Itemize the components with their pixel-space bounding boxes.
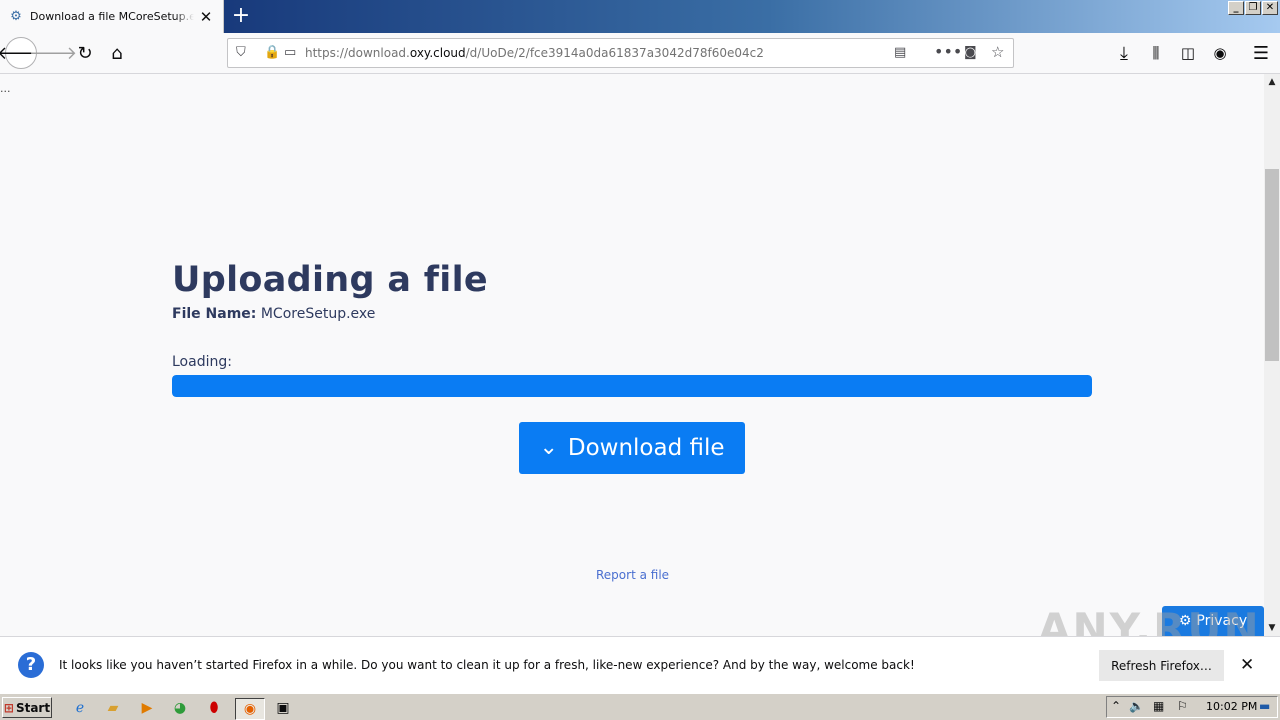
progress-fill [172,375,1092,397]
url-bar[interactable]: ⛉ 🔒 ▭ https://download.oxy.cloud/d/UoDe/… [227,38,1014,68]
tray-expand-icon[interactable]: ⌃ [1111,699,1121,713]
sidebar-icon[interactable]: ◫ [1173,38,1203,68]
tracking-shield-icon[interactable]: ⛉ [236,45,246,60]
notification-text: It looks like you haven’t started Firefo… [59,658,915,672]
lock-icon[interactable]: 🔒 [264,45,280,60]
url-prefix: https://download. [305,46,410,60]
url-text[interactable]: https://download.oxy.cloud/d/UoDe/2/fce3… [305,46,764,60]
network-icon[interactable]: ▦ [1153,699,1164,713]
tab-active[interactable]: ⚙ Download a file MCoreSetup.exe o ✕ [0,0,224,33]
notification-bar: ? It looks like you haven’t started Fire… [0,636,1280,693]
volume-icon[interactable]: 🔈 [1129,699,1144,713]
page-title: Uploading a file [172,260,488,300]
forward-button[interactable]: 🡒 [29,38,77,68]
minimize-button[interactable]: _ [1228,1,1244,15]
tab-favicon-icon: ⚙ [10,8,22,24]
media-player-icon[interactable]: ▶ [137,698,157,718]
start-label: Start [15,700,51,715]
reload-button[interactable]: ↻ [70,38,100,68]
library-icon[interactable]: ⫼ [1141,38,1171,68]
scrollbar-thumb[interactable] [1265,169,1279,361]
home-button[interactable]: ⌂ [102,38,132,68]
flag-icon[interactable]: ⚐ [1177,699,1188,713]
show-desktop-icon[interactable]: ▬ [1259,699,1270,713]
progress-bar [172,375,1092,397]
file-name-value: MCoreSetup.exe [260,306,376,322]
report-file-link[interactable]: Report a file [596,568,669,582]
new-tab-button[interactable]: + [229,3,253,29]
window-close-button[interactable]: ✕ [1262,1,1278,15]
tab-close-icon[interactable]: ✕ [198,8,214,26]
scroll-up-icon[interactable]: ▲ [1264,74,1280,90]
navigation-toolbar: 🡐 🡒 ↻ ⌂ ⛉ 🔒 ▭ https://download.oxy.cloud… [0,33,1280,74]
app-taskbar-icon[interactable]: ▣ [273,698,293,718]
loading-label: Loading: [172,354,232,370]
tab-strip: ⚙ Download a file MCoreSetup.exe o ✕ + _… [0,0,1280,33]
explorer-folder-icon[interactable]: ▰ [103,698,123,718]
taskbar: ⊞ Start ℯ ▰ ▶ ◕ ⬮ ◉ ▣ ⌃ 🔈 ▦ ⚐ ▬ [0,693,1280,720]
question-icon: ? [18,652,44,678]
permissions-icon[interactable]: ▭ [284,45,296,60]
start-button[interactable]: ⊞ Start [2,697,52,718]
page-content: ... Uploading a file File Name: MCoreSet… [0,74,1264,636]
firefox-taskbar-icon[interactable]: ◉ [235,698,265,720]
menu-icon[interactable]: ☰ [1246,38,1276,68]
windows-logo-icon: ⊞ [3,700,14,715]
vertical-scrollbar[interactable]: ▲ ▼ [1264,74,1280,636]
clock: 10:02 PM [1206,700,1258,713]
scroll-down-icon[interactable]: ▼ [1264,620,1280,636]
reader-view-icon[interactable]: ▤ [894,45,906,60]
file-name-label: File Name: [172,306,257,322]
download-file-label: Download file [567,435,725,461]
restore-button[interactable]: ❐ [1245,1,1261,15]
download-file-button[interactable]: ⌄ Download file [519,422,745,474]
opera-icon[interactable]: ⬮ [204,698,224,718]
url-domain: oxy.cloud [409,46,466,60]
url-path: /d/UoDe/2/fce3914a0da61837a3042d78f60e04… [465,46,764,60]
bookmark-star-icon[interactable]: ☆ [991,43,1004,61]
page-actions-icon[interactable]: ••• [934,42,962,61]
double-chevron-down-icon: ⌄ [539,435,558,460]
file-name-row: File Name: MCoreSetup.exe [172,306,375,322]
internet-explorer-icon[interactable]: ℯ [70,698,90,718]
refresh-firefox-button[interactable]: Refresh Firefox… [1099,650,1224,681]
notification-close-icon[interactable]: ✕ [1240,655,1254,675]
pocket-icon[interactable]: ◙ [964,45,977,60]
tab-title: Download a file MCoreSetup.exe o [30,10,194,23]
loading-dots: ... [0,82,11,95]
account-icon[interactable]: ◉ [1205,38,1235,68]
chrome-icon[interactable]: ◕ [170,698,190,718]
downloads-icon[interactable]: ⤓ [1109,38,1139,68]
